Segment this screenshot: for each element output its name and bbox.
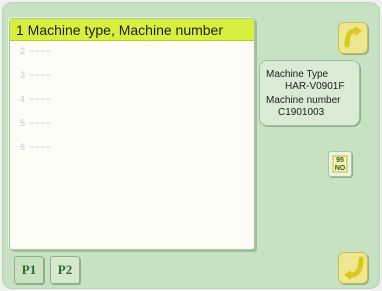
machine-number-label: Machine number xyxy=(266,95,341,106)
machine-type-label: Machine Type xyxy=(266,69,329,80)
list-item[interactable]: 2 ~~~~ xyxy=(20,46,52,58)
page-tab-p2[interactable]: P2 xyxy=(50,256,80,284)
machine-type-value: HAR-V0901F xyxy=(285,81,345,92)
list-body: 2 ~~~~ 3 ~~~~ 4 ~~~~ 5 ~~~~ 6 ~~~~ xyxy=(10,42,254,249)
setting-list-panel: 1 Machine type, Machine number 2 ~~~~ 3 … xyxy=(9,18,255,250)
u-turn-down-arrow-icon xyxy=(344,256,364,280)
u-turn-up-arrow-icon xyxy=(344,26,362,48)
return-up-button[interactable] xyxy=(338,22,368,54)
number-select-button[interactable]: 95 NO xyxy=(328,151,352,177)
return-down-button[interactable] xyxy=(338,252,368,284)
machine-info-box: Machine Type HAR-V0901F Machine number C… xyxy=(259,60,360,126)
small-button-line2: NO xyxy=(334,165,346,172)
list-item[interactable]: 5 ~~~~ xyxy=(20,118,52,130)
list-item[interactable]: 3 ~~~~ xyxy=(20,70,52,82)
page-tab-p1[interactable]: P1 xyxy=(14,256,44,284)
list-item[interactable]: 4 ~~~~ xyxy=(20,94,52,106)
list-header-machine-type[interactable]: 1 Machine type, Machine number xyxy=(10,19,254,41)
list-item[interactable]: 6 ~~~~ xyxy=(20,142,52,154)
small-button-line1: 95 xyxy=(336,157,344,164)
machine-number-value: C1901003 xyxy=(278,107,325,118)
